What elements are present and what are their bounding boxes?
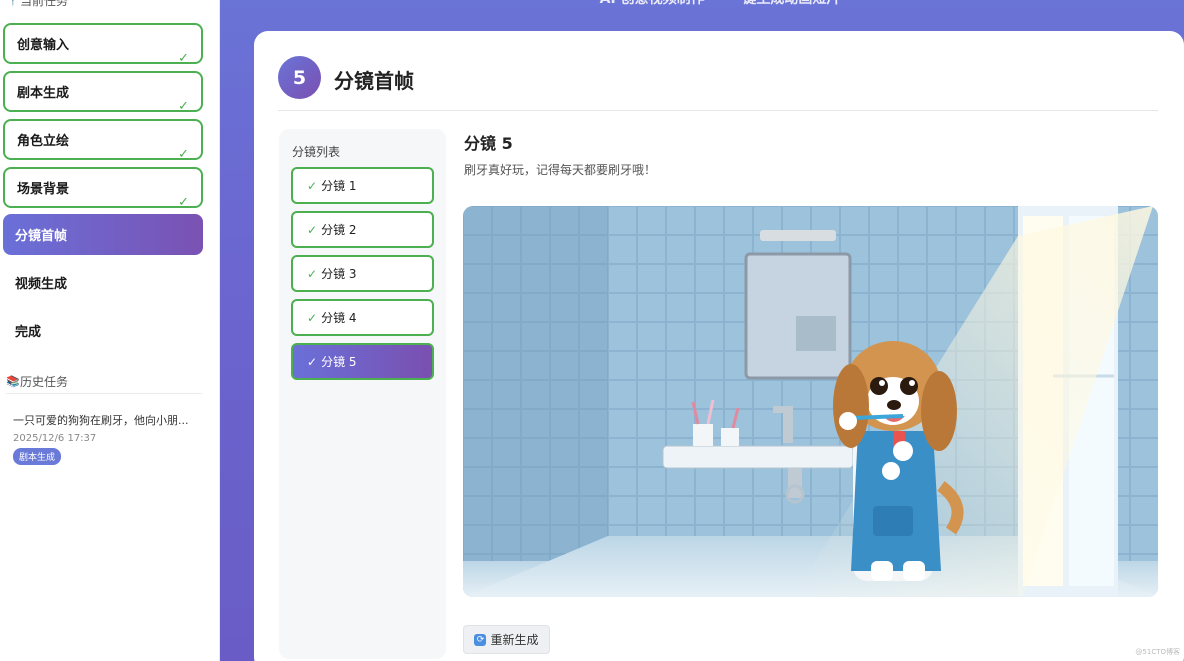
check-icon: ✓ xyxy=(307,310,318,325)
sidebar: 📍 当前任务 创意输入 ✓ 剧本生成 ✓ 角色立绘 ✓ 场景背景 ✓ 分镜首帧 … xyxy=(0,0,220,661)
history-divider xyxy=(6,393,202,394)
step-label: 视频生成 xyxy=(15,277,68,292)
shot-list-title: 分镜列表 xyxy=(292,145,341,159)
step-script-generation[interactable]: 剧本生成 ✓ xyxy=(3,71,203,114)
step-label: 剧本生成 xyxy=(17,86,70,101)
history-status-badge: 剧本生成 xyxy=(13,448,62,465)
step-complete[interactable]: 完成 xyxy=(3,310,203,351)
shot-item-2[interactable]: ✓ 分镜 2 xyxy=(291,211,434,248)
shot-item-1[interactable]: ✓ 分镜 1 xyxy=(291,167,434,204)
history-item-title: 一只可爱的狗狗在刷牙，他向小朋... xyxy=(13,414,189,427)
check-icon: ✓ xyxy=(307,178,318,193)
history-header: 📚 历史任务 xyxy=(6,373,68,390)
step-video-generation[interactable]: 视频生成 xyxy=(3,262,203,303)
shot-list-panel: 分镜列表 ✓ 分镜 1 ✓ 分镜 2 ✓ 分镜 3 ✓ 分镜 4 ✓ 分镜 5 xyxy=(279,129,446,659)
step-number-badge: 5 xyxy=(278,56,321,99)
current-task-header: 📍 当前任务 xyxy=(6,0,68,9)
check-icon: ✓ xyxy=(307,354,318,369)
app-header-title: AI 创意视频制作 — 一键生成动画短片 xyxy=(520,0,920,8)
step-storyboard-frame[interactable]: 分镜首帧 xyxy=(3,214,203,255)
shot-item-label: 分镜 1 xyxy=(321,179,357,193)
pin-icon: 📍 xyxy=(6,0,20,7)
check-icon: ✓ xyxy=(307,266,318,281)
shot-item-5[interactable]: ✓ 分镜 5 xyxy=(291,343,434,380)
page-title: 分镜首帧 xyxy=(334,69,414,93)
shot-item-4[interactable]: ✓ 分镜 4 xyxy=(291,299,434,336)
shot-item-3[interactable]: ✓ 分镜 3 xyxy=(291,255,434,292)
shot-item-label: 分镜 5 xyxy=(321,355,357,369)
regenerate-label: 重新生成 xyxy=(490,633,539,647)
shot-detail-title: 分镜 5 xyxy=(464,134,513,153)
refresh-icon: ⟳ xyxy=(474,633,487,646)
history-item-date: 2025/12/6 17:37 xyxy=(13,433,97,444)
main-area: AI 创意视频制作 — 一键生成动画短片 5 分镜首帧 分镜列表 ✓ 分镜 1 … xyxy=(220,0,1184,661)
title-divider xyxy=(278,110,1158,111)
regenerate-button[interactable]: ⟳ 重新生成 xyxy=(463,625,550,654)
step-character-art[interactable]: 角色立绘 ✓ xyxy=(3,119,203,162)
step-creative-input[interactable]: 创意输入 ✓ xyxy=(3,23,203,66)
shot-item-label: 分镜 3 xyxy=(321,267,357,281)
history-item[interactable]: 一只可爱的狗狗在刷牙，他向小朋... 2025/12/6 17:37 剧本生成 xyxy=(13,412,203,465)
shot-detail-description: 刷牙真好玩，记得每天都要刷牙哦！ xyxy=(464,163,657,177)
step-label: 创意输入 xyxy=(17,38,70,53)
check-icon: ✓ xyxy=(178,51,189,66)
shot-item-label: 分镜 2 xyxy=(321,223,357,237)
check-icon: ✓ xyxy=(178,195,189,210)
books-icon: 📚 xyxy=(6,375,20,388)
check-icon: ✓ xyxy=(178,147,189,162)
check-icon: ✓ xyxy=(178,99,189,114)
step-label: 完成 xyxy=(15,325,42,340)
storyboard-frame-image xyxy=(463,206,1158,597)
bathroom-dog-illustration xyxy=(463,206,1158,597)
watermark: @51CTO博客 xyxy=(1135,648,1180,656)
step-scene-background[interactable]: 场景背景 ✓ xyxy=(3,167,203,210)
content-card: 5 分镜首帧 分镜列表 ✓ 分镜 1 ✓ 分镜 2 ✓ 分镜 3 ✓ 分镜 4 … xyxy=(254,31,1184,661)
step-label: 场景背景 xyxy=(17,182,70,197)
current-task-label: 当前任务 xyxy=(20,0,69,8)
history-label: 历史任务 xyxy=(20,375,69,389)
step-label: 分镜首帧 xyxy=(15,229,68,244)
shot-item-label: 分镜 4 xyxy=(321,311,357,325)
check-icon: ✓ xyxy=(307,222,318,237)
step-label: 角色立绘 xyxy=(17,134,70,149)
